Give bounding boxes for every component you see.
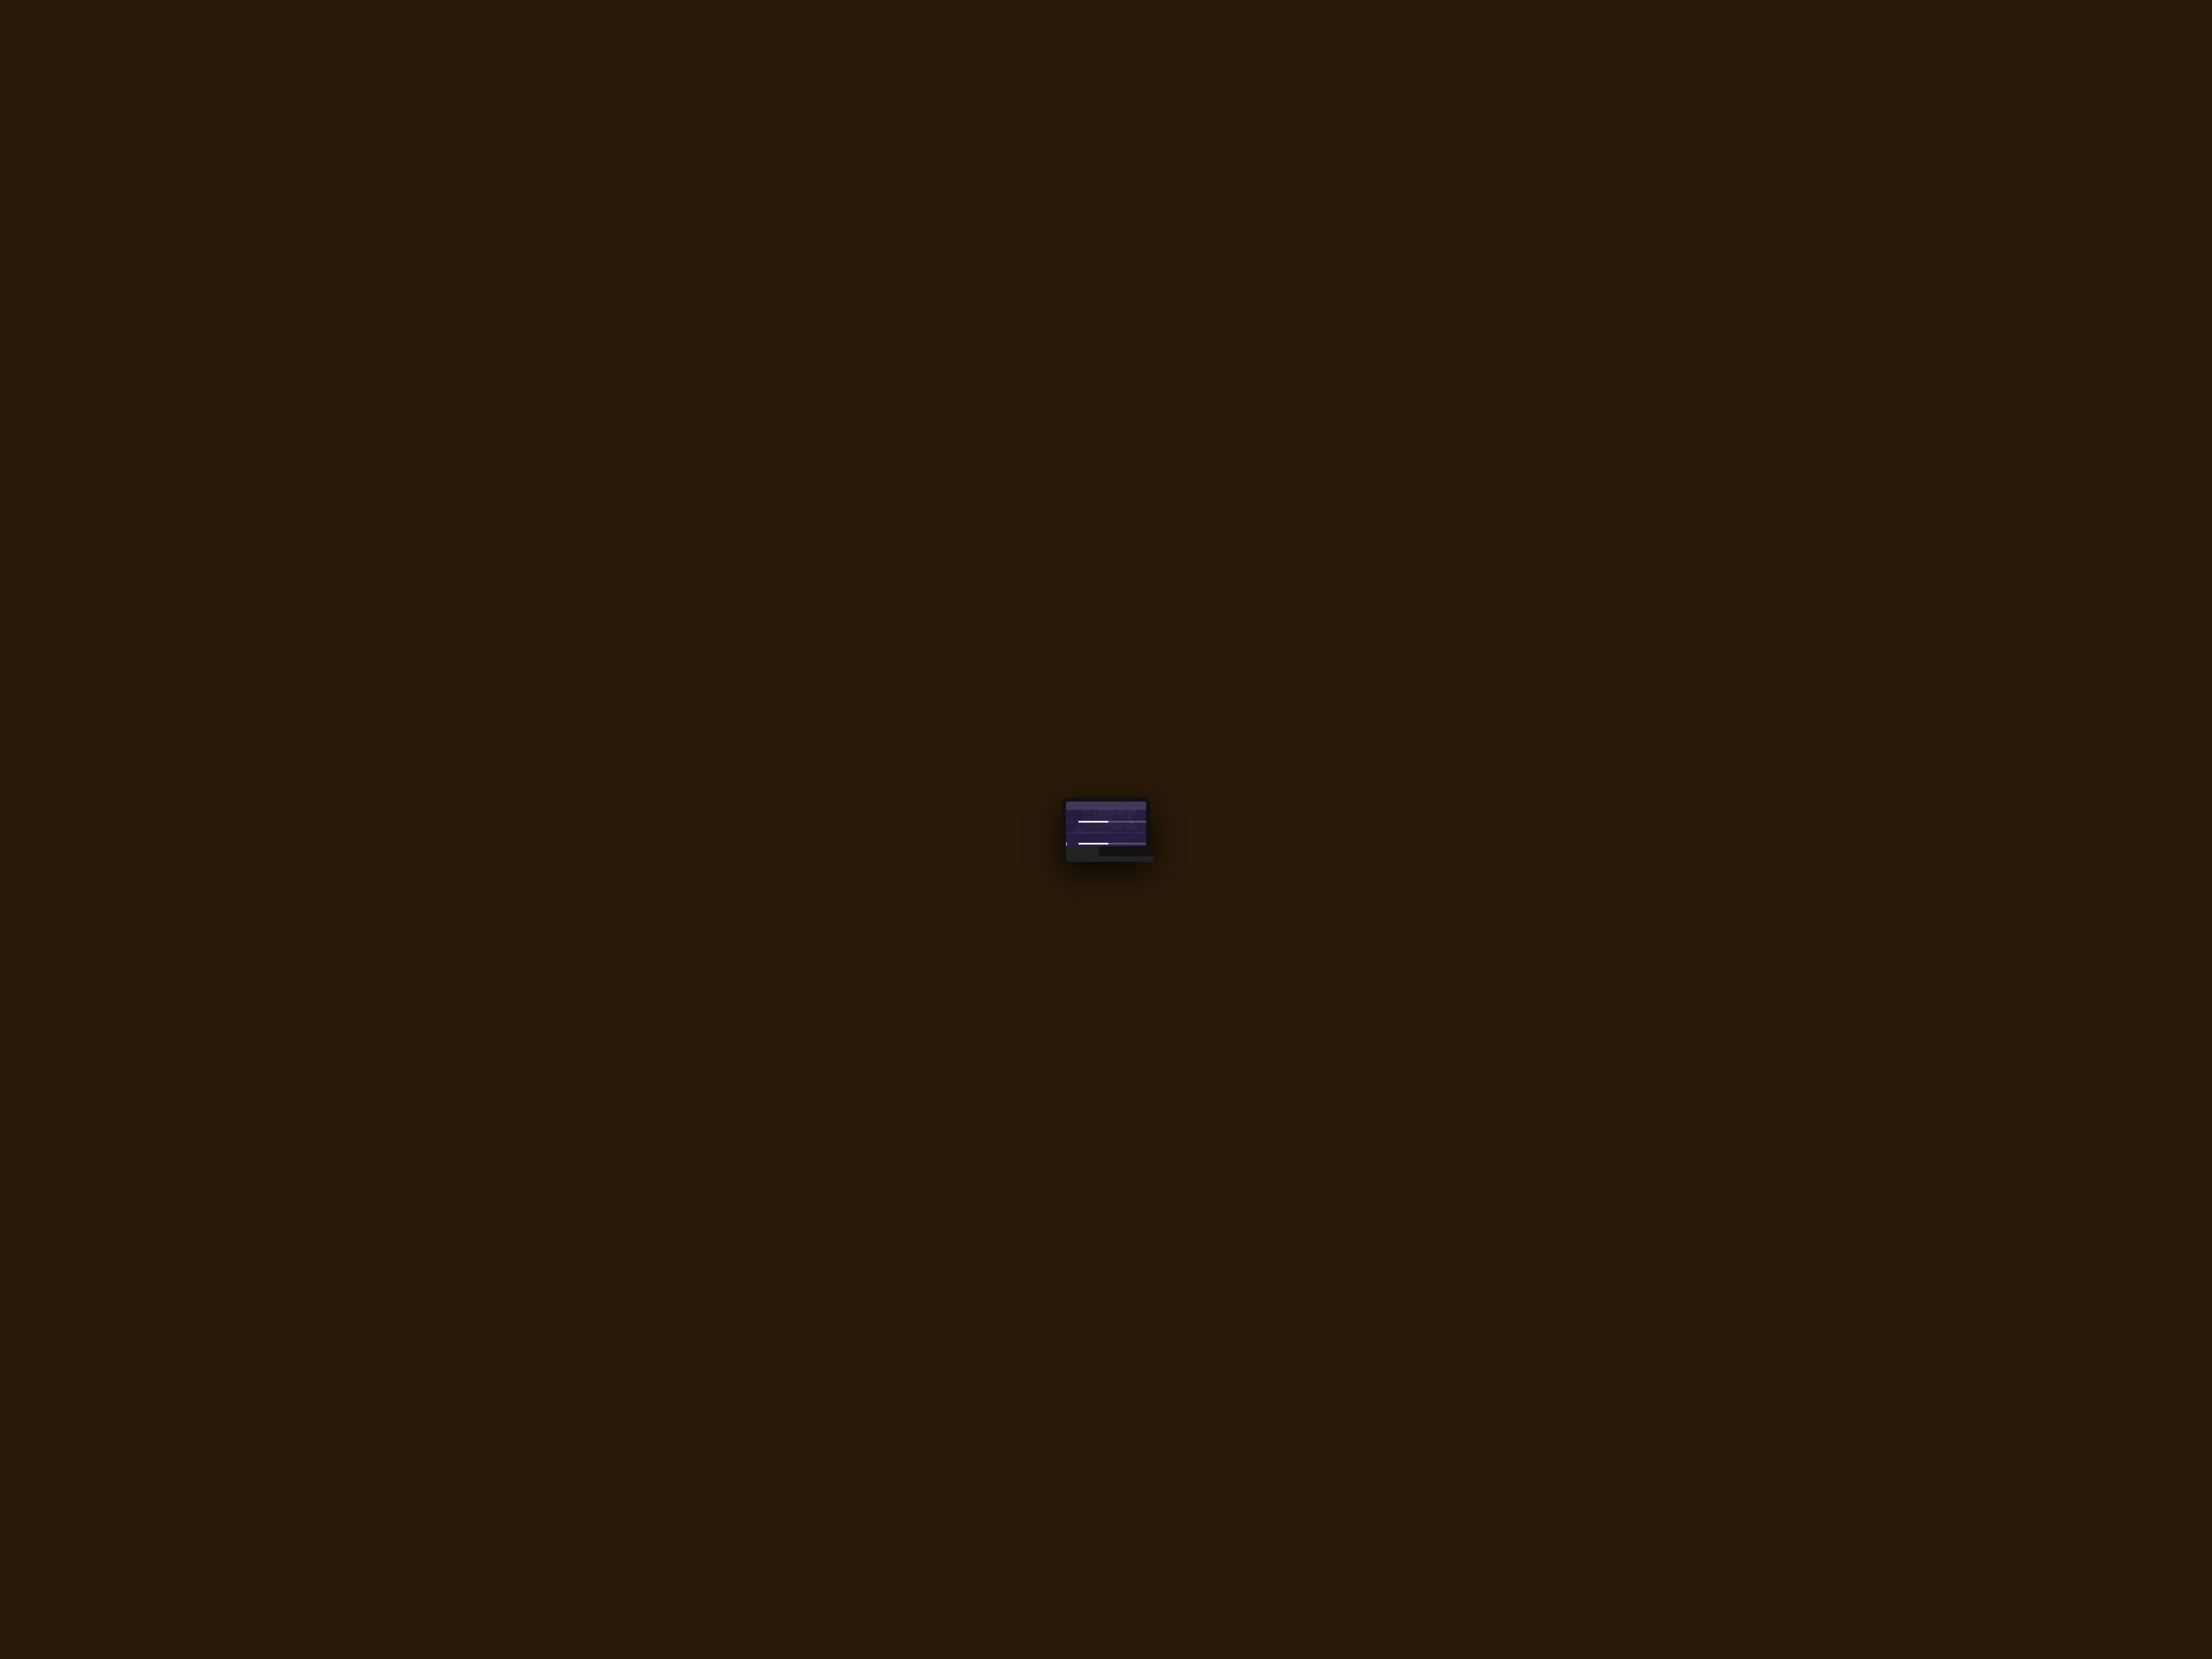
tv-screen: 1/10 PLAYERS NEEDED TO START ROUND ⊞ 0/1… bbox=[1066, 802, 1146, 847]
settings-overlay: Game Motion Plus Settings Game Motion Pl… bbox=[1066, 802, 1146, 847]
settings-panel: Game Motion Plus Settings Game Motion Pl… bbox=[1066, 802, 1146, 847]
blur-reduction-label: Blur Reduction bbox=[1066, 817, 1072, 826]
tv-base bbox=[1066, 856, 1154, 862]
blur-reduction-row: Blur Reduction 0 bbox=[1066, 811, 1146, 833]
blur-reduction-slider[interactable] bbox=[1079, 821, 1146, 822]
blur-reduction-track bbox=[1079, 821, 1146, 822]
judder-reduction-label: Judder Reduction bbox=[1066, 839, 1072, 847]
blur-reduction-fill bbox=[1079, 821, 1109, 822]
tv-frame: 1/10 PLAYERS NEEDED TO START ROUND ⊞ 0/1… bbox=[1062, 797, 1150, 862]
tv-neck bbox=[1066, 847, 1099, 856]
game-motion-plus-row[interactable]: Game Motion Plus bbox=[1066, 802, 1146, 810]
judder-reduction-row: Judder Reduction 0 bbox=[1066, 833, 1146, 847]
judder-reduction-slider[interactable] bbox=[1079, 843, 1146, 844]
judder-reduction-fill bbox=[1079, 843, 1109, 844]
judder-reduction-track bbox=[1079, 843, 1146, 844]
